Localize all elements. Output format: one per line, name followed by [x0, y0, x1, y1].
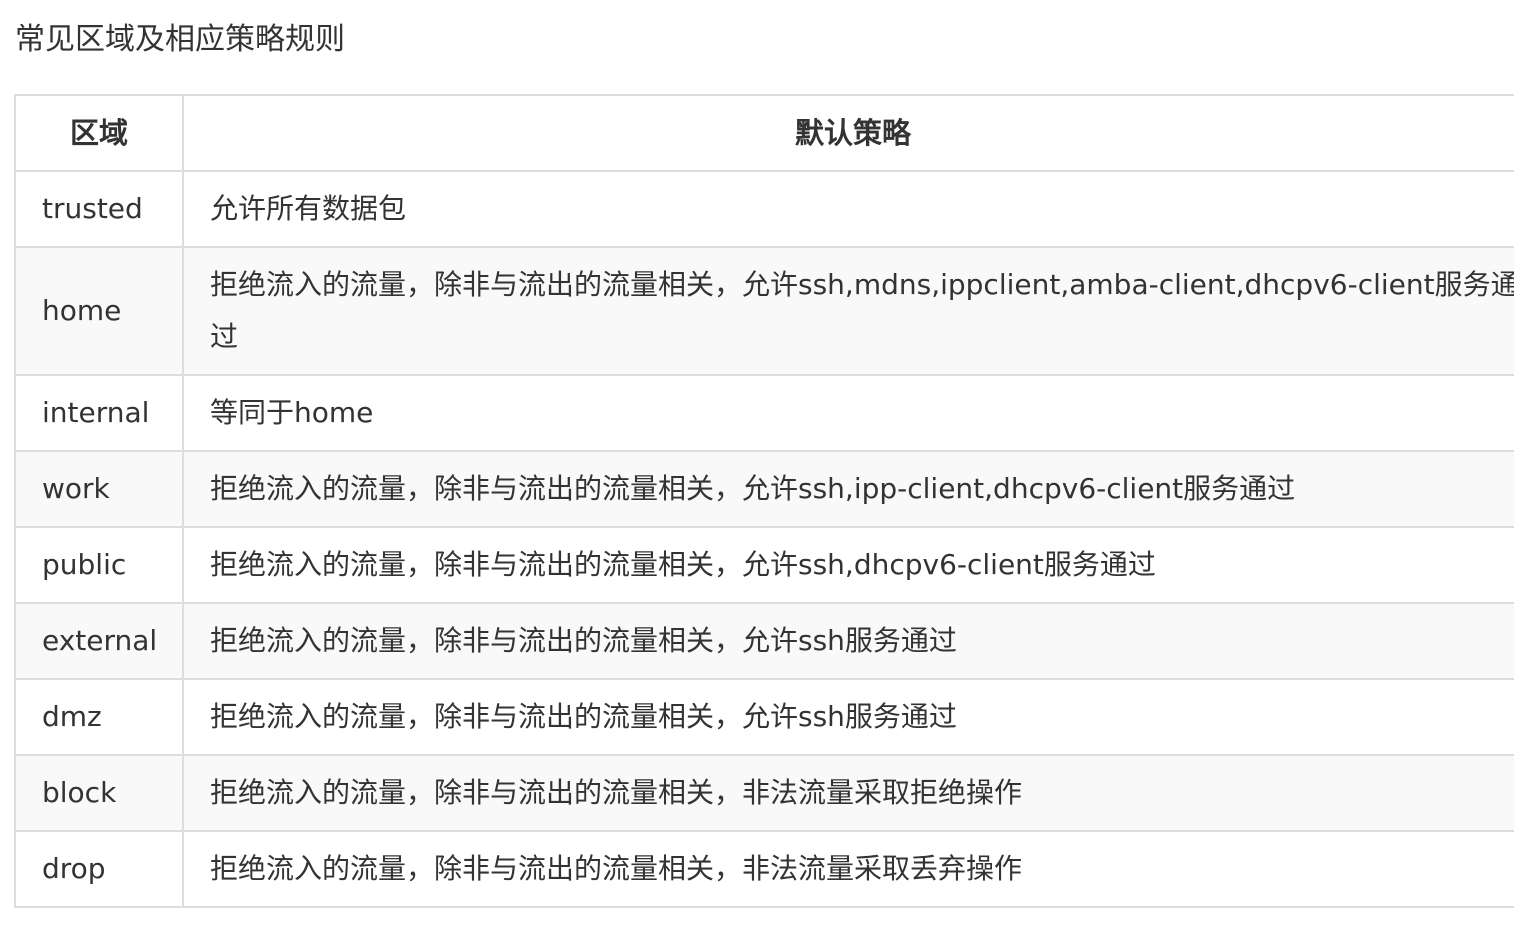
- zone-cell: trusted: [14, 170, 184, 248]
- table-row: drop 拒绝流入的流量，除非与流出的流量相关，非法流量采取丢弃操作: [14, 830, 1514, 908]
- table-row: work 拒绝流入的流量，除非与流出的流量相关，允许ssh,ipp-client…: [14, 450, 1514, 528]
- policy-cell: 等同于home: [182, 374, 1514, 452]
- table-row: block 拒绝流入的流量，除非与流出的流量相关，非法流量采取拒绝操作: [14, 754, 1514, 832]
- policy-cell: 允许所有数据包: [182, 170, 1514, 248]
- policy-cell: 拒绝流入的流量，除非与流出的流量相关，允许ssh服务通过: [182, 602, 1514, 680]
- zone-cell: internal: [14, 374, 184, 452]
- policy-cell: 拒绝流入的流量，除非与流出的流量相关，允许ssh,dhcpv6-client服务…: [182, 526, 1514, 604]
- zone-cell: work: [14, 450, 184, 528]
- column-header-zone: 区域: [14, 94, 184, 172]
- zone-policy-table: 区域 默认策略 trusted 允许所有数据包 home 拒绝流入的流量，除非与…: [14, 94, 1514, 908]
- table-row: external 拒绝流入的流量，除非与流出的流量相关，允许ssh服务通过: [14, 602, 1514, 680]
- zone-cell: block: [14, 754, 184, 832]
- zone-cell: public: [14, 526, 184, 604]
- column-header-policy: 默认策略: [182, 94, 1514, 172]
- policy-cell: 拒绝流入的流量，除非与流出的流量相关，允许ssh,mdns,ippclient,…: [182, 246, 1514, 376]
- page-title: 常见区域及相应策略规则: [15, 22, 345, 57]
- table-row: internal 等同于home: [14, 374, 1514, 452]
- policy-cell: 拒绝流入的流量，除非与流出的流量相关，非法流量采取拒绝操作: [182, 754, 1514, 832]
- table-row: trusted 允许所有数据包: [14, 170, 1514, 248]
- policy-cell: 拒绝流入的流量，除非与流出的流量相关，允许ssh,ipp-client,dhcp…: [182, 450, 1514, 528]
- zone-cell: home: [14, 246, 184, 376]
- zone-cell: dmz: [14, 678, 184, 756]
- policy-cell: 拒绝流入的流量，除非与流出的流量相关，允许ssh服务通过: [182, 678, 1514, 756]
- table-row: home 拒绝流入的流量，除非与流出的流量相关，允许ssh,mdns,ippcl…: [14, 246, 1514, 376]
- table-row: dmz 拒绝流入的流量，除非与流出的流量相关，允许ssh服务通过: [14, 678, 1514, 756]
- zone-cell: drop: [14, 830, 184, 908]
- table-header-row: 区域 默认策略: [14, 94, 1514, 172]
- table-row: public 拒绝流入的流量，除非与流出的流量相关，允许ssh,dhcpv6-c…: [14, 526, 1514, 604]
- zone-cell: external: [14, 602, 184, 680]
- policy-cell: 拒绝流入的流量，除非与流出的流量相关，非法流量采取丢弃操作: [182, 830, 1514, 908]
